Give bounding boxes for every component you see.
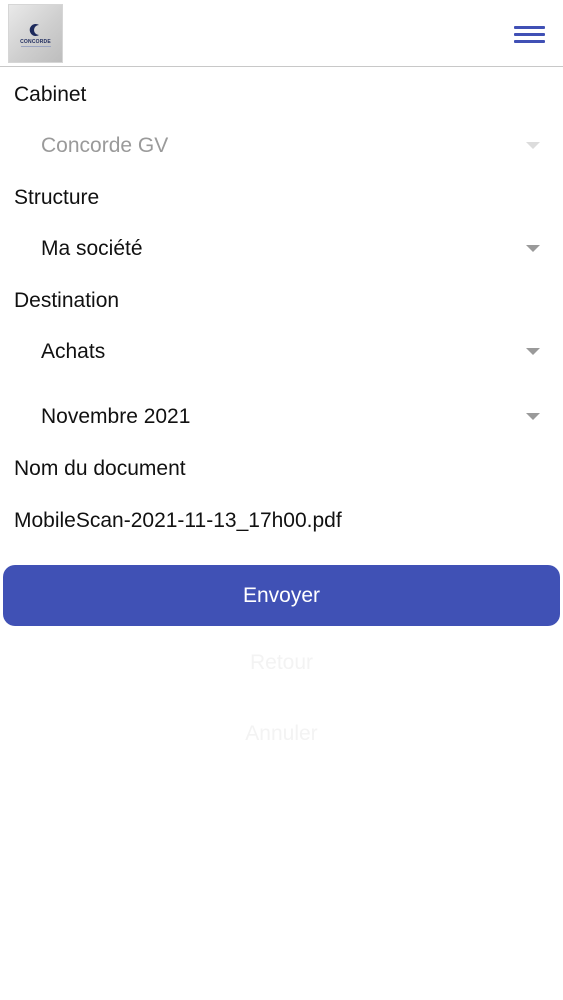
logo-underline — [21, 46, 51, 47]
send-button[interactable]: Envoyer — [3, 565, 560, 626]
destination-label: Destination — [14, 289, 120, 312]
cabinet-select-value: Concorde GV — [41, 134, 169, 157]
cancel-button[interactable]: Annuler — [0, 721, 563, 747]
chevron-down-icon — [526, 142, 540, 149]
structure-label: Structure — [14, 186, 100, 209]
cabinet-select[interactable]: Concorde GV — [0, 124, 563, 168]
back-button[interactable]: Retour — [0, 650, 563, 676]
concorde-logo[interactable]: CONCORDE — [8, 4, 63, 63]
document-filename: MobileScan-2021-11-13_17h00.pdf — [14, 509, 342, 532]
document-name-label: Nom du document — [14, 457, 186, 480]
period-select[interactable]: Novembre 2021 — [0, 395, 563, 439]
crescent-logo-icon — [29, 24, 39, 36]
structure-select-value: Ma société — [41, 237, 143, 260]
chevron-down-icon — [526, 245, 540, 252]
destination-select[interactable]: Achats — [0, 330, 563, 374]
app-header: CONCORDE — [0, 0, 563, 67]
period-select-value: Novembre 2021 — [41, 405, 191, 428]
structure-select[interactable]: Ma société — [0, 227, 563, 271]
hamburger-menu-icon[interactable] — [506, 20, 552, 50]
chevron-down-icon — [526, 348, 540, 355]
cabinet-label: Cabinet — [14, 83, 87, 106]
destination-select-value: Achats — [41, 340, 106, 363]
logo-text: CONCORDE — [20, 39, 51, 45]
chevron-down-icon — [526, 413, 540, 420]
